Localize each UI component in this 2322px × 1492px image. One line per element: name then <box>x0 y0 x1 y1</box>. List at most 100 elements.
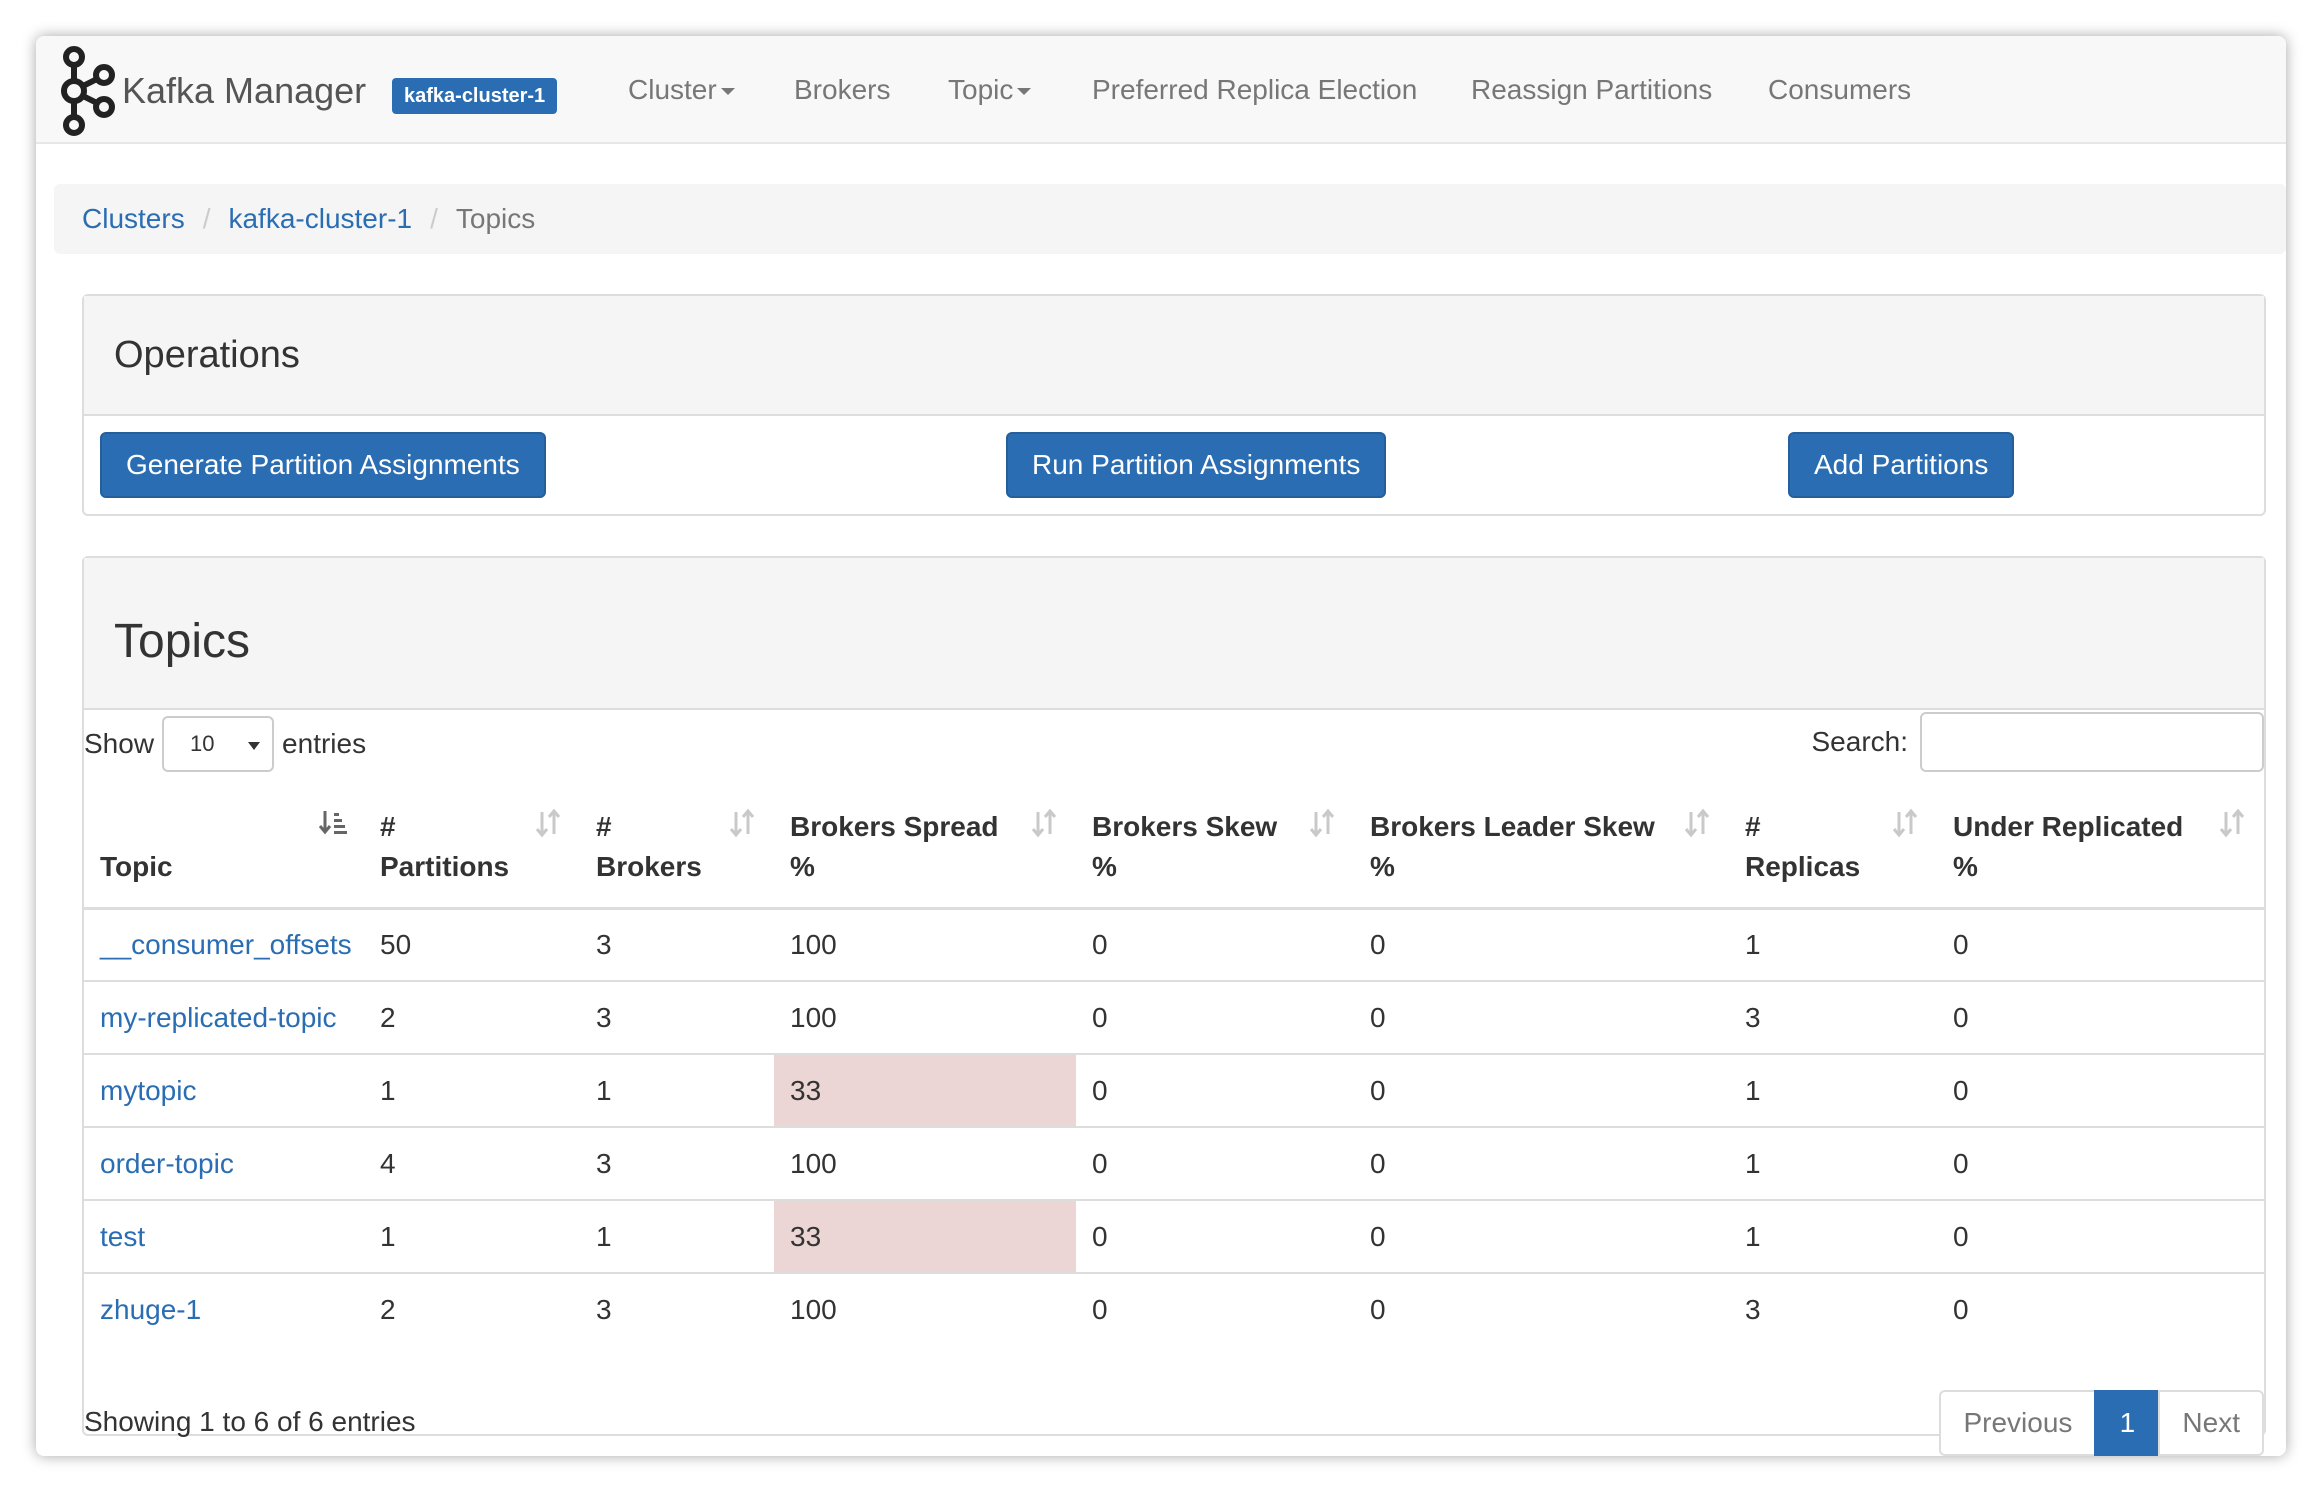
table-cell-topic: order-topic <box>84 1126 364 1200</box>
breadcrumb-clusters[interactable]: Clusters <box>82 203 185 235</box>
table-cell-partitions: 2 <box>364 1272 580 1346</box>
entries-label: entries <box>282 728 367 759</box>
table-cell-brokers-leader-skew: 0 <box>1354 1272 1729 1346</box>
sort-both-icon[interactable] <box>2218 808 2248 838</box>
column-header-brokers-leader-skew[interactable]: Brokers Leader Skew% <box>1354 792 1729 910</box>
browser-window: Kafka Manager kafka-cluster-1 Cluster Br… <box>36 36 2286 1456</box>
table-cell-brokers-spread: 100 <box>774 1272 1076 1346</box>
show-label: Show <box>84 728 155 759</box>
sort-ascending-icon[interactable] <box>318 808 348 838</box>
table-cell-brokers-spread: 33 <box>774 1199 1076 1273</box>
top-navbar: Kafka Manager kafka-cluster-1 Cluster Br… <box>36 36 2286 144</box>
topic-link[interactable]: __consumer_offsets <box>100 929 352 960</box>
table-info: Showing 1 to 6 of 6 entries <box>84 1406 416 1437</box>
kafka-logo-icon <box>61 46 115 136</box>
topic-link[interactable]: test <box>100 1221 145 1252</box>
table-cell-brokers: 3 <box>580 980 774 1054</box>
table-cell-topic: __consumer_offsets <box>84 907 364 981</box>
brand[interactable]: Kafka Manager <box>54 46 366 136</box>
column-header-line1: Brokers Skew <box>1092 810 1278 842</box>
nav-item-topic[interactable]: Topic <box>948 74 1032 106</box>
column-header-topic[interactable]: Topic <box>84 792 364 910</box>
chevron-down-icon <box>248 742 261 750</box>
run-partition-assignments-button[interactable]: Run Partition Assignments <box>1006 432 1387 498</box>
table-cell-partitions: 1 <box>364 1199 580 1273</box>
topic-link[interactable]: my-replicated-topic <box>100 1002 337 1033</box>
sort-both-icon[interactable] <box>1683 808 1713 838</box>
entries-select-value: 10 <box>190 731 215 756</box>
table-cell-replicas: 1 <box>1729 1126 1937 1200</box>
column-header-line2: % <box>1953 850 1978 882</box>
operations-panel-heading: Operations <box>84 296 2264 416</box>
nav-item-preferred-replica-election[interactable]: Preferred Replica Election <box>1092 74 1417 106</box>
table-cell-brokers-leader-skew: 0 <box>1354 1126 1729 1200</box>
topics-table: Topic # Partitions # Brokers Brokers Spread% B… <box>84 792 2264 1346</box>
sort-both-icon[interactable] <box>1030 808 1060 838</box>
column-header-under-replicated[interactable]: Under Replicated% <box>1937 792 2264 910</box>
table-cell-topic: mytopic <box>84 1053 364 1127</box>
page-button-current[interactable]: 1 <box>2094 1390 2161 1456</box>
column-header-brokers-spread[interactable]: Brokers Spread% <box>774 792 1076 910</box>
table-cell-replicas: 1 <box>1729 1199 1937 1273</box>
search-input[interactable] <box>1920 712 2264 772</box>
generate-partition-assignments-button[interactable]: Generate Partition Assignments <box>100 432 546 498</box>
next-page-button[interactable]: Next <box>2158 1390 2264 1456</box>
search-label: Search: <box>1811 726 1909 757</box>
pagination: Previous 1 Next <box>1939 1390 2264 1456</box>
breadcrumb-separator: / <box>430 203 438 234</box>
nav-item-reassign-partitions[interactable]: Reassign Partitions <box>1471 74 1712 106</box>
table-row: zhuge-1 2 3 100 0 0 3 0 <box>84 1272 2264 1346</box>
caret-down-icon <box>1017 88 1032 96</box>
table-cell-partitions: 4 <box>364 1126 580 1200</box>
breadcrumb-separator: / <box>202 203 211 234</box>
table-cell-brokers: 1 <box>580 1053 774 1127</box>
table-header-row: Topic # Partitions # Brokers Brokers Spread% B… <box>84 792 2264 910</box>
breadcrumb-current: Topics <box>455 203 536 234</box>
table-cell-brokers-leader-skew: 0 <box>1354 980 1729 1054</box>
nav-item-brokers[interactable]: Brokers <box>794 74 890 106</box>
nav-item-consumers[interactable]: Consumers <box>1768 74 1911 106</box>
nav-item-label: Topic <box>948 74 1014 105</box>
nav-item-label: Consumers <box>1768 74 1912 105</box>
table-cell-under-replicated: 0 <box>1937 907 2264 981</box>
table-cell-brokers-spread: 100 <box>774 980 1076 1054</box>
cluster-badge: kafka-cluster-1 <box>392 78 558 114</box>
sort-both-icon[interactable] <box>728 808 758 838</box>
column-header-brokers-skew[interactable]: Brokers Skew% <box>1076 792 1354 910</box>
table-row: my-replicated-topic 2 3 100 0 0 3 0 <box>84 980 2264 1054</box>
topic-link[interactable]: order-topic <box>100 1148 234 1179</box>
table-cell-topic: zhuge-1 <box>84 1272 364 1346</box>
previous-page-button[interactable]: Previous <box>1939 1390 2097 1456</box>
sort-both-icon[interactable] <box>1891 808 1921 838</box>
sort-both-icon[interactable] <box>534 808 564 838</box>
table-cell-brokers-skew: 0 <box>1076 1272 1354 1346</box>
column-header-line2: Partitions <box>380 850 510 882</box>
table-cell-brokers: 3 <box>580 1272 774 1346</box>
column-header-line2: % <box>1092 850 1117 882</box>
table-cell-under-replicated: 0 <box>1937 1053 2264 1127</box>
nav-item-label: Cluster <box>628 74 717 105</box>
column-header-replicas[interactable]: # Replicas <box>1729 792 1937 910</box>
topic-link[interactable]: zhuge-1 <box>100 1294 201 1325</box>
table-cell-brokers: 3 <box>580 907 774 981</box>
table-cell-topic: my-replicated-topic <box>84 980 364 1054</box>
table-cell-brokers-skew: 0 <box>1076 980 1354 1054</box>
topic-link[interactable]: mytopic <box>100 1075 196 1106</box>
table-cell-partitions: 50 <box>364 907 580 981</box>
table-cell-brokers-skew: 0 <box>1076 1126 1354 1200</box>
entries-select[interactable]: 10 <box>162 716 275 772</box>
nav-item-cluster[interactable]: Cluster <box>628 74 735 106</box>
column-header-brokers[interactable]: # Brokers <box>580 792 774 910</box>
table-cell-topic: test <box>84 1199 364 1273</box>
add-partitions-button[interactable]: Add Partitions <box>1788 432 2015 498</box>
breadcrumb-cluster[interactable]: kafka-cluster-1 <box>228 203 412 235</box>
table-row: test 1 1 33 0 0 1 0 <box>84 1199 2264 1273</box>
table-cell-brokers-spread: 100 <box>774 907 1076 981</box>
brand-name: Kafka Manager <box>122 70 367 111</box>
table-cell-brokers-skew: 0 <box>1076 907 1354 981</box>
sort-both-icon[interactable] <box>1308 808 1338 838</box>
topics-panel: Topics Show 10 entries Search: Topic # Par… <box>82 556 2266 1456</box>
entries-length-control: Show 10 entries <box>84 716 366 772</box>
column-header-partitions[interactable]: # Partitions <box>364 792 580 910</box>
column-header-line2: Brokers <box>596 850 702 882</box>
